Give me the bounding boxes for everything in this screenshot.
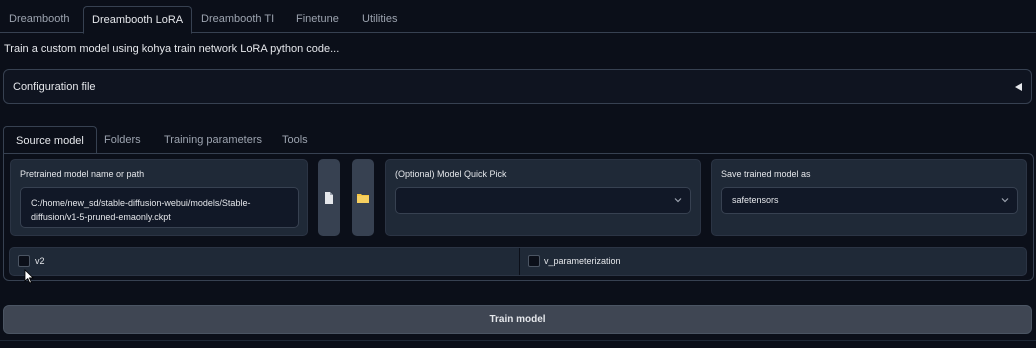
divider: [0, 340, 1036, 341]
save-model-as-block: Save trained model as safetensors: [711, 159, 1027, 236]
v-parameterization-checkbox[interactable]: [528, 255, 540, 267]
pretrained-model-label: Pretrained model name or path: [20, 169, 145, 179]
tab-folders[interactable]: Folders: [92, 126, 153, 154]
save-model-as-value: safetensors: [732, 195, 779, 205]
v-parameterization-option[interactable]: v_parameterization: [520, 248, 1027, 275]
pretrained-model-block: Pretrained model name or path C:/home/ne…: [10, 159, 308, 236]
tab-utilities[interactable]: Utilities: [354, 6, 405, 33]
open-file-button[interactable]: [318, 159, 340, 236]
mouse-cursor-icon: [24, 269, 34, 284]
tab-source-model[interactable]: Source model: [3, 126, 97, 155]
pretrained-model-input[interactable]: C:/home/new_sd/stable-diffusion-webui/mo…: [20, 187, 299, 228]
sub-tab-bar: Source model Folders Training parameters…: [0, 126, 1036, 155]
save-model-as-dropdown[interactable]: safetensors: [721, 187, 1018, 214]
accordion-label: Configuration file: [13, 81, 96, 93]
configuration-file-accordion[interactable]: Configuration file: [3, 69, 1032, 104]
v2-label: v2: [35, 256, 45, 266]
train-model-button[interactable]: Train model: [3, 305, 1032, 334]
v2-option[interactable]: v2: [10, 248, 519, 275]
open-folder-button[interactable]: [352, 159, 374, 236]
v-parameterization-label: v_parameterization: [544, 256, 621, 266]
chevron-down-icon: [1001, 198, 1009, 203]
tab-finetune[interactable]: Finetune: [288, 6, 347, 33]
folder-icon: [357, 193, 369, 203]
chevron-down-icon: [674, 198, 682, 203]
tab-dreambooth-ti[interactable]: Dreambooth TI: [193, 6, 282, 33]
v2-checkbox[interactable]: [18, 255, 30, 267]
tab-tools[interactable]: Tools: [270, 126, 320, 154]
tab-dreambooth[interactable]: Dreambooth: [1, 6, 78, 33]
save-model-as-label: Save trained model as: [721, 169, 811, 179]
tab-dreambooth-lora[interactable]: Dreambooth LoRA: [83, 6, 193, 34]
tab-training-parameters[interactable]: Training parameters: [152, 126, 274, 154]
model-quick-pick-label: (Optional) Model Quick Pick: [395, 169, 507, 179]
page-description: Train a custom model using kohya train n…: [4, 43, 340, 55]
document-icon: [325, 191, 333, 204]
triangle-left-icon: [1015, 83, 1022, 91]
model-quick-pick-dropdown[interactable]: [395, 187, 691, 214]
main-tab-bar: Dreambooth Dreambooth LoRA Dreambooth TI…: [0, 6, 1036, 34]
model-quick-pick-block: (Optional) Model Quick Pick: [385, 159, 701, 236]
checkbox-row: v2 v_parameterization: [9, 247, 1027, 276]
